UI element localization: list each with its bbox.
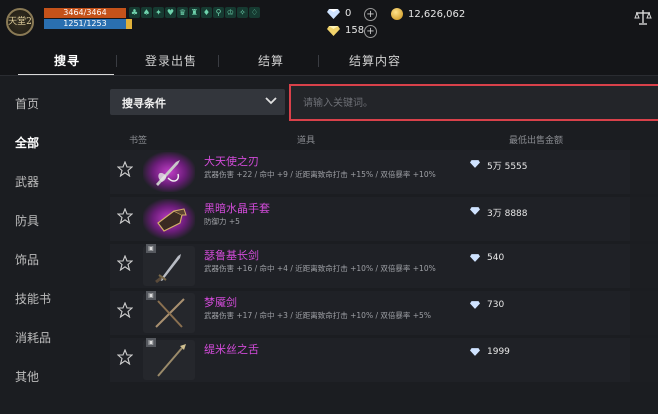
table-row[interactable]: 黑暗水晶手套 防御力 +5 3万 8888 <box>110 197 658 243</box>
item-name: 大天使之刃 <box>204 155 259 168</box>
buff-icon: ✦ <box>153 7 164 18</box>
item-stats: 武器伤害 +17 / 命中 +3 / 近距离致命打击 +10% / 双倍暴率 +… <box>204 311 431 320</box>
sidebar-item-armor[interactable]: 防具 <box>15 212 39 229</box>
buff-icon: ♠ <box>141 7 152 18</box>
red-diamond-currency: 158 <box>327 25 364 36</box>
table-row[interactable]: ▣ 梦魇剑 武器伤害 +17 / 命中 +3 / 近距离致命打击 +10% / … <box>110 291 658 337</box>
tab-bar: 搜寻 登录出售 结算 结算内容 <box>0 44 658 76</box>
scale-icon[interactable] <box>634 8 652 26</box>
column-header-bookmark: 书签 <box>129 136 148 146</box>
star-icon[interactable] <box>117 208 133 224</box>
item-price: 730 <box>487 300 505 310</box>
item-price: 5万 5555 <box>487 162 528 172</box>
hp-bar: 3464/3464 <box>44 8 126 18</box>
spear-icon <box>157 344 186 377</box>
tab-settlement[interactable]: 结算 <box>258 52 284 69</box>
diamond-icon <box>470 254 480 262</box>
item-price: 3万 8888 <box>487 209 528 219</box>
table-row[interactable]: ▣ 瑟鲁基长剑 武器伤害 +16 / 命中 +4 / 近距离致命打击 +10% … <box>110 244 658 290</box>
sidebar-item-skill-books[interactable]: 技能书 <box>15 290 51 307</box>
item-name: 瑟鲁基长剑 <box>204 249 259 262</box>
buff-icon: ♔ <box>225 7 236 18</box>
search-input[interactable] <box>303 95 633 111</box>
diamond-icon <box>470 207 480 215</box>
red-diamond-icon <box>327 25 340 36</box>
red-diamond-count: 158 <box>345 25 365 36</box>
gold-currency: 12,626,062 <box>391 8 465 20</box>
item-name: 梦魇剑 <box>204 296 237 309</box>
winged-blade-icon <box>156 160 180 186</box>
tab-search[interactable]: 搜寻 <box>54 52 80 69</box>
chevron-down-icon <box>265 97 277 105</box>
tab-divider <box>318 55 319 67</box>
sidebar-item-accessories[interactable]: 饰品 <box>15 251 39 268</box>
buff-icon: ✧ <box>237 7 248 18</box>
diamond-currency: 0 <box>327 8 351 19</box>
item-name: 黑暗水晶手套 <box>204 202 270 215</box>
buff-icon: ♢ <box>249 7 260 18</box>
diamond-icon <box>470 160 480 168</box>
sidebar-item-consumables[interactable]: 消耗品 <box>15 329 51 346</box>
buff-icon: ♣ <box>129 7 140 18</box>
top-status-bar: 天堂2 3464/3464 1251/1253 ♣ ♠ ✦ ♥ ♛ ♜ ♦ ⚲ ♔ ✧ ♢ 0 + … <box>0 0 658 44</box>
star-icon[interactable] <box>117 302 133 318</box>
search-box <box>289 84 658 121</box>
add-red-diamond-button[interactable]: + <box>364 25 377 38</box>
gauntlet-icon <box>157 208 187 232</box>
diamond-count: 0 <box>345 8 352 19</box>
tab-divider <box>116 55 117 67</box>
gold-count: 12,626,062 <box>408 8 466 20</box>
buff-icons: ♣ ♠ ✦ ♥ ♛ ♜ ♦ ⚲ ♔ ✧ ♢ <box>129 7 260 18</box>
search-condition-label: 搜寻条件 <box>122 97 166 110</box>
category-sidebar: 首页 全部 武器 防具 饰品 技能书 消耗品 其他 <box>0 76 100 414</box>
gold-coin-icon <box>391 8 403 20</box>
add-diamond-button[interactable]: + <box>364 8 377 21</box>
tab-settlement-content[interactable]: 结算内容 <box>349 52 401 69</box>
item-price: 1999 <box>487 347 510 357</box>
buff-icon: ♛ <box>177 7 188 18</box>
item-price: 540 <box>487 253 505 263</box>
mp-bar: 1251/1253 <box>44 19 126 29</box>
table-row[interactable]: ▣ 缇米丝之舌 1999 <box>110 338 658 384</box>
diamond-icon <box>327 8 340 19</box>
star-icon[interactable] <box>117 255 133 271</box>
sidebar-item-home[interactable]: 首页 <box>15 95 39 112</box>
sidebar-item-other[interactable]: 其他 <box>15 368 39 385</box>
sidebar-item-all[interactable]: 全部 <box>15 134 39 151</box>
table-row[interactable]: 大天使之刃 武器伤害 +22 / 命中 +9 / 近距离致命打击 +15% / … <box>110 150 658 196</box>
buff-icon: ♜ <box>189 7 200 18</box>
item-stats: 防御力 +5 <box>204 217 240 226</box>
game-logo[interactable]: 天堂2 <box>6 8 34 36</box>
item-stats: 武器伤害 +22 / 命中 +9 / 近距离致命打击 +15% / 双倍暴率 +… <box>204 170 436 179</box>
buff-icon: ⚲ <box>213 7 224 18</box>
diamond-icon <box>470 348 480 356</box>
tab-divider <box>218 55 219 67</box>
longsword-icon <box>155 254 181 284</box>
search-condition-dropdown[interactable]: 搜寻条件 <box>110 89 285 115</box>
star-icon[interactable] <box>117 349 133 365</box>
diamond-icon <box>470 301 480 309</box>
item-stats: 武器伤害 +16 / 命中 +4 / 近距离致命打击 +10% / 双倍暴率 +… <box>204 264 436 273</box>
tab-register-sale[interactable]: 登录出售 <box>145 52 197 69</box>
item-name: 缇米丝之舌 <box>204 343 259 356</box>
buff-icon: ♦ <box>201 7 212 18</box>
star-icon[interactable] <box>117 161 133 177</box>
column-header-item: 道具 <box>297 136 316 146</box>
buff-icon: ♥ <box>165 7 176 18</box>
level-indicator <box>126 19 132 29</box>
sidebar-item-weapons[interactable]: 武器 <box>15 173 39 190</box>
column-header-price: 最低出售金额 <box>509 136 564 146</box>
crossed-swords-icon <box>155 298 185 328</box>
